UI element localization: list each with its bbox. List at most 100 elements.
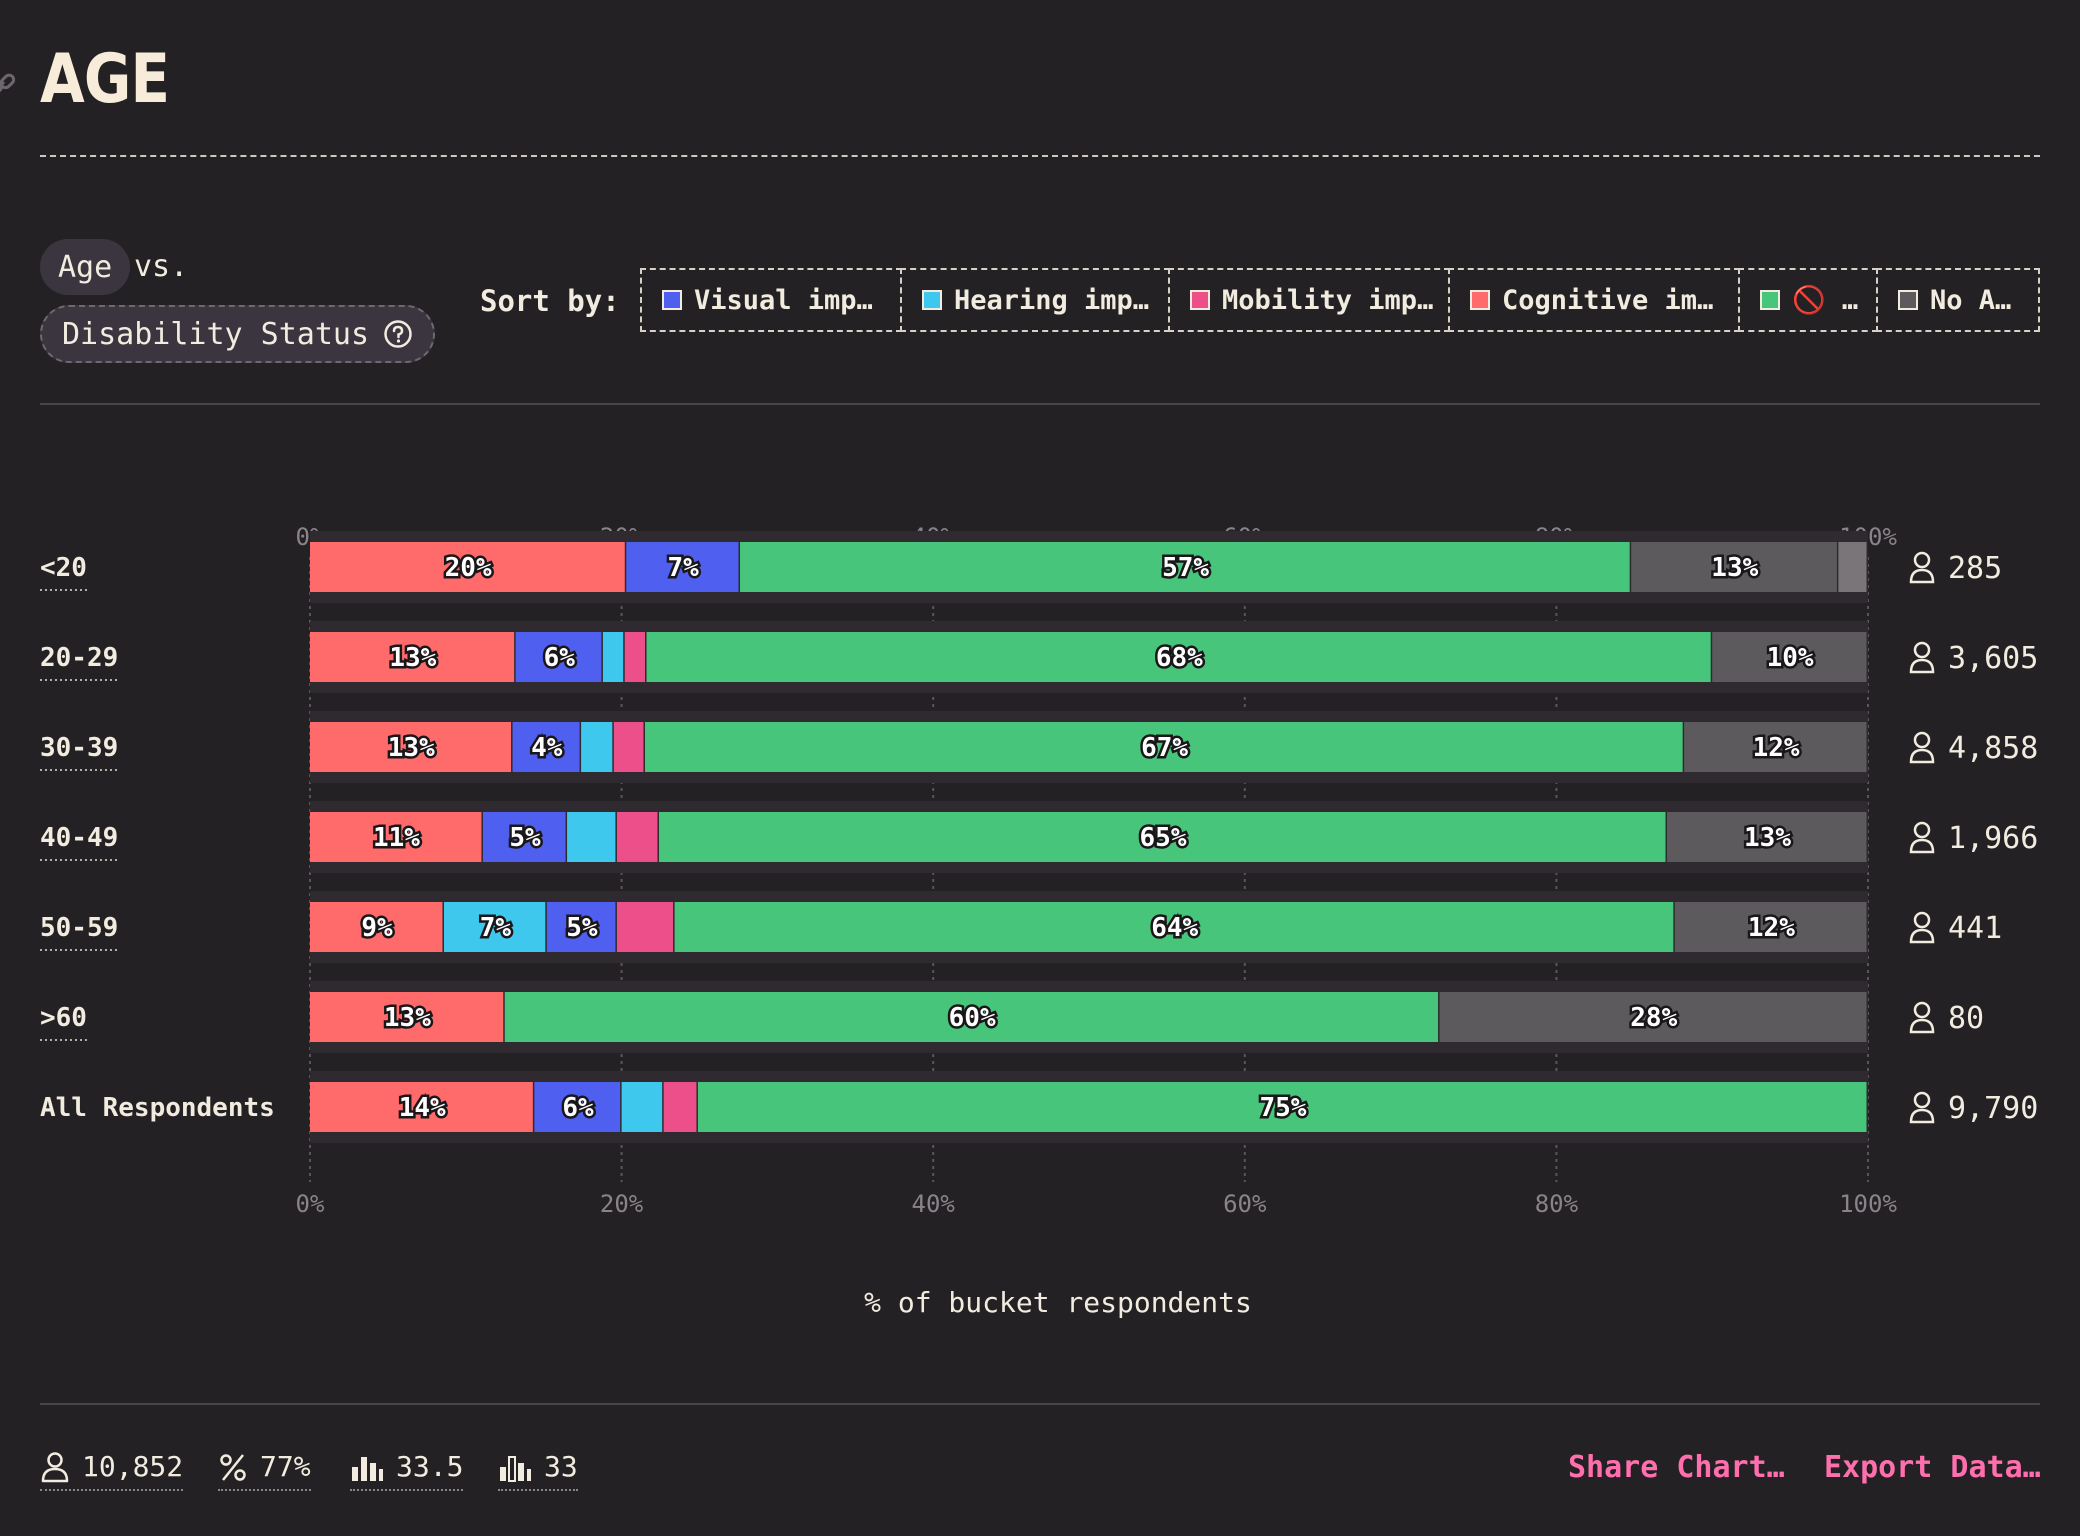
none-swatch	[1760, 290, 1780, 310]
sort-no-answer-button[interactable]: No A…	[1876, 268, 2040, 332]
title-divider	[40, 155, 2040, 157]
help-icon[interactable]	[383, 319, 413, 349]
median-icon	[500, 1455, 531, 1482]
segment-label: 13%	[1711, 553, 1758, 583]
x-tick-label-bottom: 80%	[1535, 1190, 1579, 1218]
bar-segment	[624, 632, 646, 682]
sort-none-label: 🚫 …	[1792, 285, 1859, 316]
person-icon-body	[1909, 928, 1935, 944]
row-label: All Respondents	[40, 1093, 275, 1123]
bar-segment	[621, 1082, 663, 1132]
segment-label: 11%	[373, 823, 420, 853]
share-chart-link[interactable]: Share Chart…	[1568, 1450, 1785, 1485]
row-label: 20-29	[40, 643, 118, 673]
vs-text: vs.	[134, 249, 189, 284]
person-icon-body	[1909, 568, 1935, 584]
row-count: 285	[1948, 551, 2002, 586]
stat-percent-value: 77%	[260, 1450, 311, 1483]
row-count: 441	[1948, 911, 2002, 946]
bar-segment	[1838, 542, 1867, 592]
segment-label: 57%	[1162, 553, 1209, 583]
sort-visual-label: Visual imp…	[694, 284, 873, 316]
segment-label: 13%	[1744, 823, 1791, 853]
person-icon	[1913, 821, 1931, 839]
sort-none-button[interactable]: 🚫 …	[1738, 268, 1878, 332]
cognitive-swatch	[1470, 290, 1490, 310]
bar-segment	[602, 632, 624, 682]
segment-label: 4%	[531, 733, 563, 763]
status-pill[interactable]: Disability Status	[40, 305, 436, 363]
sort-cognitive-button[interactable]: Cognitive im…	[1448, 268, 1740, 332]
segment-label: 65%	[1140, 823, 1187, 853]
person-icon-body	[1909, 658, 1935, 674]
stat-percent[interactable]: 77%	[218, 1450, 311, 1491]
stat-median[interactable]: 33	[498, 1450, 578, 1491]
segment-label: 12%	[1748, 913, 1795, 943]
segment-label: 75%	[1259, 1093, 1306, 1123]
bar-segment	[581, 722, 613, 772]
mobility-swatch	[1190, 290, 1210, 310]
status-pill-label: Disability Status	[62, 316, 370, 352]
bar-segment	[567, 812, 616, 862]
person-icon	[1913, 731, 1931, 749]
x-tick-label-bottom: 100%	[1839, 1190, 1897, 1218]
segment-label: 7%	[667, 553, 699, 583]
sort-hearing-button[interactable]: Hearing imp…	[900, 268, 1170, 332]
x-tick-label-bottom: 60%	[1223, 1190, 1267, 1218]
row-count: 80	[1948, 1001, 1984, 1036]
stat-average[interactable]: 33.5	[350, 1450, 464, 1491]
segment-label: 13%	[389, 643, 436, 673]
row-count: 4,858	[1948, 731, 2038, 766]
stat-median-value: 33	[544, 1450, 578, 1483]
segment-label: 13%	[388, 733, 435, 763]
person-icon	[1913, 641, 1931, 659]
sort-no-answer-label: No A…	[1930, 284, 2012, 316]
bar-segment	[663, 1082, 697, 1132]
sort-by-label: Sort by:	[480, 284, 620, 318]
segment-label: 64%	[1151, 913, 1198, 943]
segment-label: 5%	[566, 913, 598, 943]
dimension-pill-label: Age	[58, 249, 113, 285]
segment-label: 67%	[1141, 733, 1188, 763]
link-icon[interactable]	[0, 70, 16, 100]
segment-label: 14%	[399, 1093, 446, 1123]
footer-divider	[40, 1403, 2040, 1405]
row-count: 9,790	[1948, 1091, 2038, 1126]
row-label: 40-49	[40, 823, 118, 853]
segment-label: 68%	[1156, 643, 1203, 673]
visual-swatch	[662, 290, 682, 310]
segment-label: 60%	[949, 1003, 996, 1033]
sort-cognitive-label: Cognitive im…	[1502, 284, 1714, 316]
person-icon-body	[1909, 838, 1935, 854]
controls-divider	[40, 403, 2040, 405]
average-icon	[352, 1456, 383, 1481]
row-count: 1,966	[1948, 821, 2038, 856]
percent-icon	[220, 1453, 246, 1481]
person-icon	[41, 1451, 69, 1482]
bar-segment	[616, 812, 658, 862]
x-tick-label-bottom: 40%	[912, 1190, 956, 1218]
person-icon-body	[1909, 1018, 1935, 1034]
row-label: 50-59	[40, 913, 118, 943]
x-axis-label: % of bucket respondents	[864, 1286, 1252, 1319]
sort-mobility-button[interactable]: Mobility imp…	[1168, 268, 1450, 332]
segment-label: 7%	[480, 913, 512, 943]
person-icon	[1913, 1001, 1931, 1019]
stat-average-value: 33.5	[396, 1450, 464, 1483]
export-data-link[interactable]: Export Data…	[1824, 1450, 2041, 1485]
stacked-bar-chart: 0%0%20%20%40%40%60%60%80%80%100%100%<202…	[40, 523, 2038, 1218]
sort-visual-button[interactable]: Visual imp…	[640, 268, 902, 332]
page-title: AGE	[40, 40, 170, 119]
dimension-pill[interactable]: Age	[40, 239, 131, 295]
stat-respondents[interactable]: 10,852	[40, 1450, 184, 1491]
person-icon	[1913, 911, 1931, 929]
person-icon	[1913, 1091, 1931, 1109]
bar-segment	[613, 722, 644, 772]
segment-label: 10%	[1767, 643, 1814, 673]
sort-hearing-label: Hearing imp…	[954, 284, 1150, 316]
row-label: >60	[40, 1003, 87, 1033]
segment-label: 9%	[361, 913, 393, 943]
person-icon	[1913, 551, 1931, 569]
hearing-swatch	[922, 290, 942, 310]
segment-label: 6%	[544, 643, 576, 673]
